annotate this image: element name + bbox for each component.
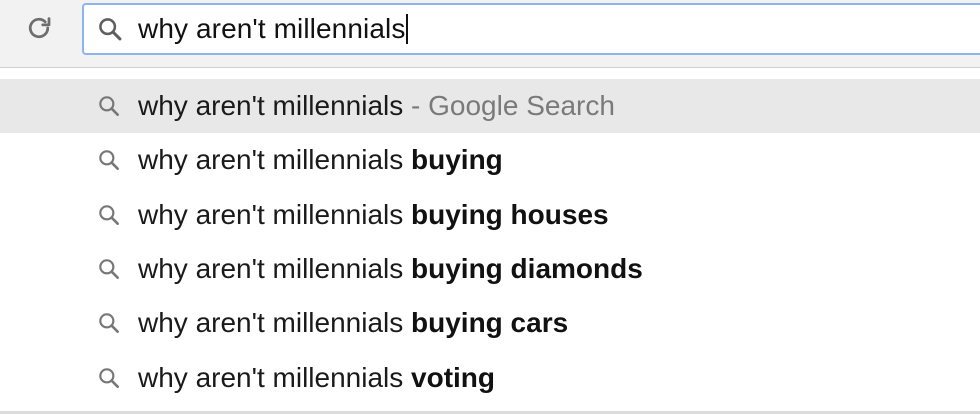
suggestion-query: why aren't millennials <box>138 253 404 285</box>
suggestion-completion: buying <box>411 144 503 176</box>
search-icon <box>88 5 132 53</box>
suggestion-completion: voting <box>411 361 496 393</box>
address-bar[interactable]: why aren't millennials <box>82 3 980 55</box>
search-icon <box>95 201 123 229</box>
suggestion-item[interactable]: why aren't millennials buying houses <box>0 188 980 242</box>
suggestion-item[interactable]: why aren't millennials voting <box>0 350 980 404</box>
suggestion-query: why aren't millennials <box>138 361 404 393</box>
suggestion-completion: buying houses <box>411 198 609 230</box>
suggestion-text: why aren't millennials buying houses <box>138 199 609 231</box>
reload-icon <box>24 13 54 48</box>
suggestion-query: why aren't millennials <box>138 144 404 176</box>
suggestion-query: why aren't millennials <box>138 198 404 230</box>
search-icon <box>95 255 123 283</box>
suggestion-completion: buying diamonds <box>411 253 643 285</box>
suggestion-query: why aren't millennials <box>138 90 404 122</box>
suggestion-text: why aren't millennials buying cars <box>138 307 568 339</box>
search-icon <box>95 92 123 120</box>
address-bar-query: why aren't millennials <box>138 13 406 44</box>
address-bar-input[interactable]: why aren't millennials <box>132 13 409 45</box>
suggestion-item[interactable]: why aren't millennials buying diamonds <box>0 242 980 296</box>
browser-toolbar: why aren't millennials <box>0 0 980 68</box>
search-icon <box>95 309 123 337</box>
suggestion-completion: buying cars <box>411 307 569 339</box>
suggestion-text: why aren't millennials buying diamonds <box>138 253 643 285</box>
text-caret <box>406 14 409 44</box>
suggestion-text: why aren't millennials voting <box>138 362 495 394</box>
reload-button[interactable] <box>16 10 62 50</box>
search-icon <box>95 146 123 174</box>
autocomplete-dropdown: why aren't millennials - Google Search w… <box>0 79 980 405</box>
suggestion-text: why aren't millennials - Google Search <box>138 90 615 122</box>
suggestion-item[interactable]: why aren't millennials buying cars <box>0 296 980 350</box>
suggestion-text: why aren't millennials buying <box>138 144 503 176</box>
suggestion-item[interactable]: why aren't millennials buying <box>0 133 980 187</box>
suggestion-query: why aren't millennials <box>138 307 404 339</box>
suggestion-item[interactable]: why aren't millennials - Google Search <box>0 79 980 134</box>
search-icon <box>95 364 123 392</box>
suggestion-separator: - <box>403 90 429 122</box>
suggestion-provider: Google Search <box>428 90 615 122</box>
